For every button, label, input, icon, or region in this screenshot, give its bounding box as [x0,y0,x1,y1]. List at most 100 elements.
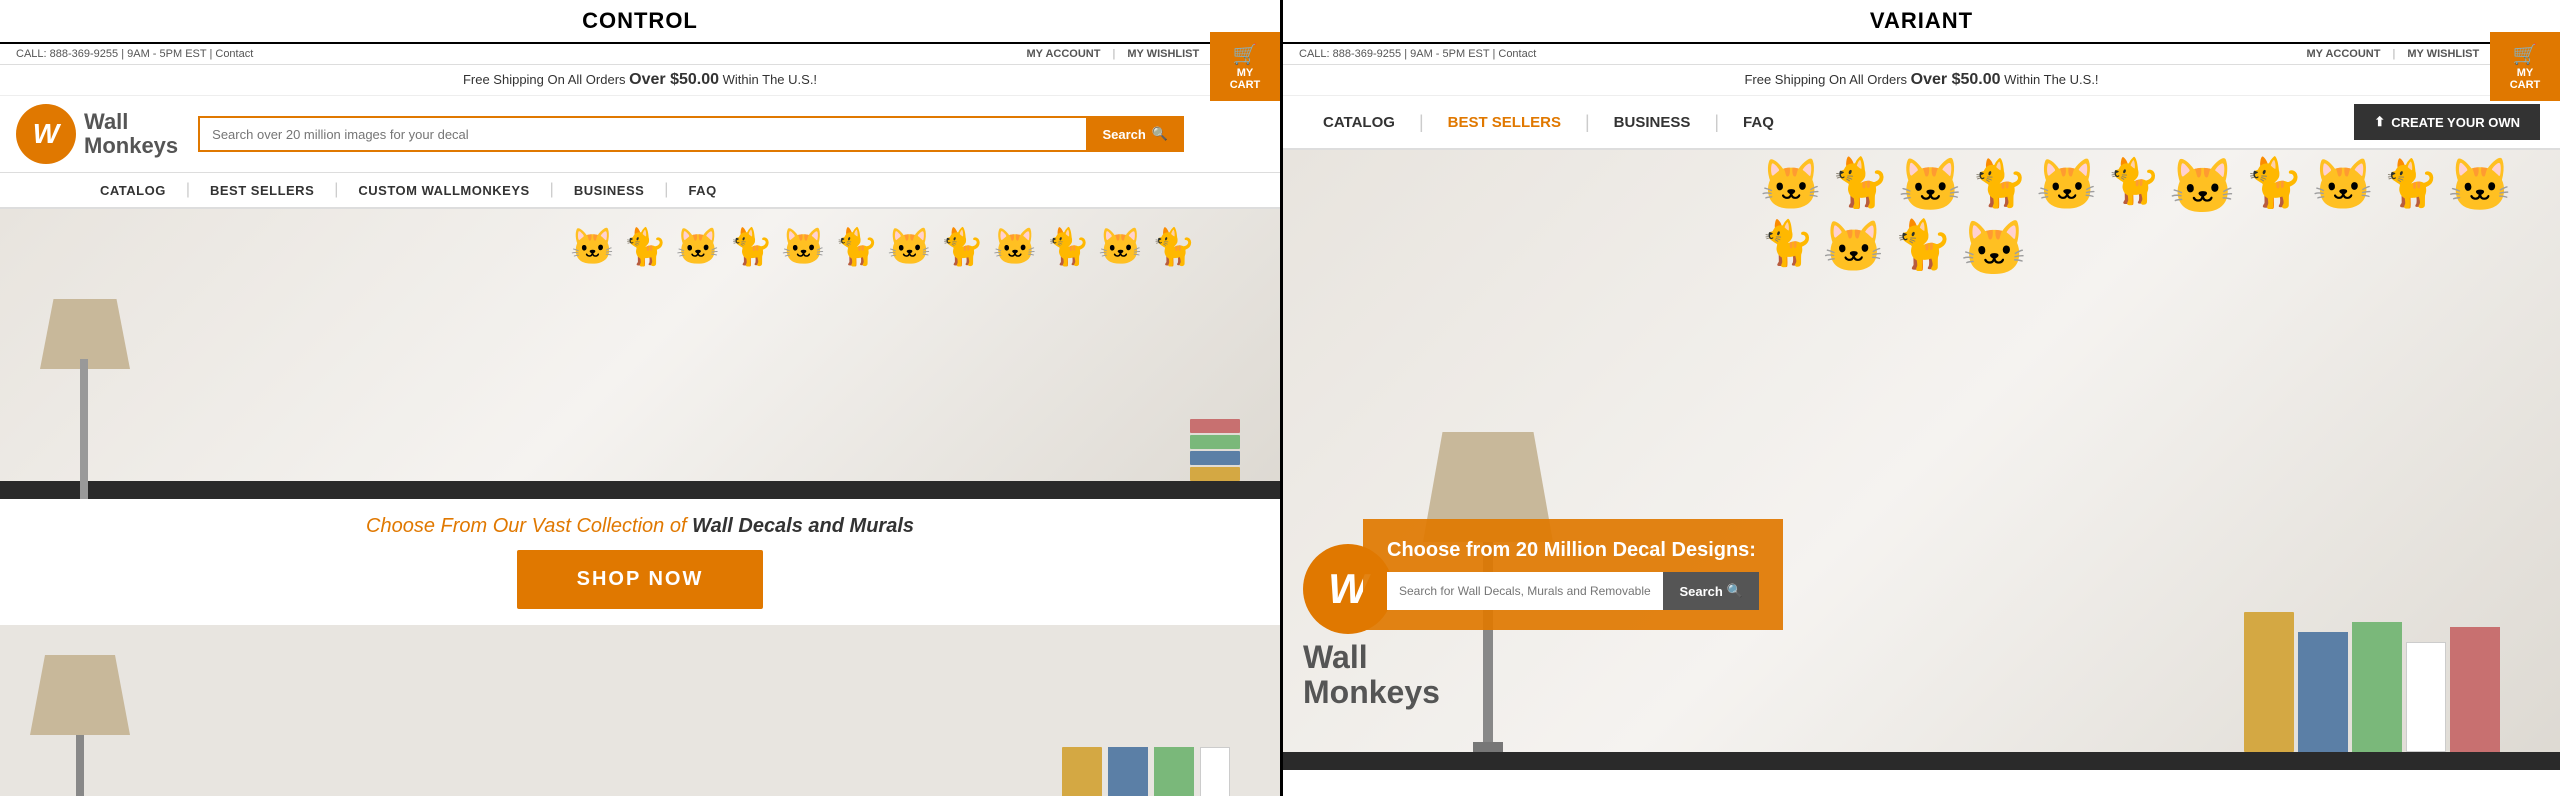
cat-3: 🐱 [676,229,721,265]
variant-shipping-bar: Free Shipping On All Orders Over $50.00 … [1283,65,2560,96]
variant-nav-sep3: | [1714,112,1719,133]
variant-phone: CALL: 888-369-9255 [1299,48,1401,60]
control-cart-button[interactable]: 🛒 MY CART [1210,32,1280,101]
variant-cat-15: 🐱 [1961,222,2028,276]
control-shipping-amount: Over $50.00 [629,71,719,88]
cat-8: 🐈 [940,229,985,265]
control-tagline: Choose From Our Vast Collection of Wall … [16,515,1264,538]
variant-panel: VARIANT CALL: 888-369-9255 | 9AM - 5PM E… [1280,0,2560,796]
control-hours: 9AM - 5PM EST [127,48,206,60]
control-logo-mark: W [33,118,59,150]
variant-nav-sep1: | [1419,112,1424,133]
control-cart-label: MY CART [1230,67,1261,91]
cat-10: 🐈 [1045,229,1090,265]
control-nav-faq[interactable]: FAQ [688,183,716,198]
variant-cat-3: 🐱 [1898,160,1963,214]
control-logo-circle: W [16,104,76,164]
control-middle-cta: Choose From Our Vast Collection of Wall … [0,499,1280,625]
control-nav-sep3: | [550,181,554,199]
control-tagline-text: Choose From Our Vast Collection of [366,515,687,537]
control-search-button[interactable]: Search 🔍 [1086,116,1184,152]
control-label: CONTROL [0,0,1280,44]
control-nav-custom[interactable]: CUSTOM WALLMONKEYS [358,183,529,198]
variant-create-own-label: CREATE YOUR OWN [2391,115,2520,130]
control-search-area: Search 🔍 [198,116,1184,152]
cat-4: 🐈 [728,229,773,265]
bottom-book-3 [1154,747,1194,796]
variant-contact-link[interactable]: Contact [1498,48,1536,60]
variant-book-4 [2406,642,2446,752]
control-nav-catalog[interactable]: CATALOG [100,183,166,198]
control-my-account-link[interactable]: MY ACCOUNT [1027,48,1101,60]
control-bottom-hero: 🐱 🐈 🐱 🐈 🐱 [0,625,1280,796]
control-bottom-lamp [30,655,130,796]
control-search-input[interactable] [198,116,1086,152]
variant-phone-info: CALL: 888-369-9255 | 9AM - 5PM EST | Con… [1299,48,1536,60]
control-hero-content: 🐱 🐈 🐱 🐈 🐱 🐈 🐱 🐈 🐱 🐈 🐱 🐈 [0,209,1280,499]
control-my-wishlist-link[interactable]: MY WISHLIST [1127,48,1199,60]
control-logo-text: Wall Monkeys [84,110,178,158]
control-nav-business[interactable]: BUSINESS [574,183,644,198]
variant-book-5 [2450,627,2500,752]
variant-nav-best-sellers[interactable]: BEST SELLERS [1428,110,1581,135]
cat-11: 🐱 [1098,229,1143,265]
variant-cart-button[interactable]: 🛒 MY CART [2490,32,2560,101]
book-2 [1190,451,1240,465]
control-shop-now-button[interactable]: SHOP NOW [517,550,764,609]
variant-my-account-link[interactable]: MY ACCOUNT [2307,48,2381,60]
control-books [1190,419,1240,481]
variant-cat-2: 🐈 [1830,160,1890,214]
variant-shelf [1283,752,2560,770]
control-tagline-bold: Wall Decals and Murals [692,515,914,537]
variant-cat-13: 🐱 [1823,222,1885,276]
control-contact-link[interactable]: Contact [215,48,253,60]
variant-book-2 [2298,632,2348,752]
variant-cat-14: 🐈 [1893,222,1953,276]
variant-shipping-amount: Over $50.00 [1911,71,2001,88]
variant-logo-monkeys: Monkeys [1303,674,1440,710]
variant-my-wishlist-link[interactable]: MY WISHLIST [2407,48,2479,60]
variant-create-own-icon: ⬆ [2374,114,2385,130]
cat-1: 🐱 [570,229,615,265]
variant-cat-4: 🐈 [1971,160,2028,214]
variant-cart-label: MY CART [2510,67,2541,91]
control-shipping-text: Free Shipping On All Orders [463,72,626,87]
cat-12: 🐈 [1151,229,1196,265]
variant-nav: CATALOG | BEST SELLERS | BUSINESS | FAQ … [1283,96,2560,150]
cat-2: 🐈 [623,229,668,265]
variant-logo-text: Wall Monkeys [1303,640,1440,710]
variant-create-own-button[interactable]: ⬆ CREATE YOUR OWN [2354,104,2540,140]
control-nav: CATALOG | BEST SELLERS | CUSTOM WALLMONK… [0,173,1280,209]
variant-shipping-text: Free Shipping On All Orders [1744,72,1907,87]
variant-cat-8: 🐈 [2244,160,2304,214]
control-logo-wall: Wall [84,110,178,134]
variant-nav-sep2: | [1585,112,1590,133]
variant-nav-business[interactable]: BUSINESS [1594,110,1711,135]
variant-search-button[interactable]: Search 🔍 [1663,572,1759,610]
control-sep1: | [1112,48,1115,60]
variant-cat-7: 🐱 [2169,160,2236,214]
variant-nav-catalog[interactable]: CATALOG [1303,110,1415,135]
control-nav-sep2: | [334,181,338,199]
variant-cat-11: 🐱 [2448,160,2513,214]
cat-7: 🐱 [887,229,932,265]
variant-hero: 🐱 🐈 🐱 🐈 🐱 🐈 🐱 🐈 🐱 🐈 🐱 🐈 🐱 🐈 🐱 [1283,150,2560,770]
control-bottom-lamp-stand [76,735,84,796]
variant-label: VARIANT [1283,0,2560,44]
variant-search-icon: 🔍 [1727,583,1743,599]
variant-book-3 [2352,622,2402,752]
variant-top-bar: CALL: 888-369-9255 | 9AM - 5PM EST | Con… [1283,44,2560,65]
cat-9: 🐱 [993,229,1038,265]
variant-choose-text: Choose from 20 Million Decal Designs: [1387,539,1759,562]
control-logo-monkeys: Monkeys [84,134,178,158]
book-1 [1190,467,1240,481]
bottom-book-1 [1062,747,1102,796]
control-nav-best-sellers[interactable]: BEST SELLERS [210,183,314,198]
control-shipping-bar: Free Shipping On All Orders Over $50.00 … [0,65,1280,96]
variant-search-label: Search [1679,584,1722,599]
variant-nav-faq[interactable]: FAQ [1723,110,1794,135]
bottom-book-4 [1200,747,1230,796]
variant-search-input[interactable] [1387,572,1663,610]
variant-logo-wall: Wall [1303,639,1368,675]
control-search-icon: 🔍 [1152,126,1168,142]
